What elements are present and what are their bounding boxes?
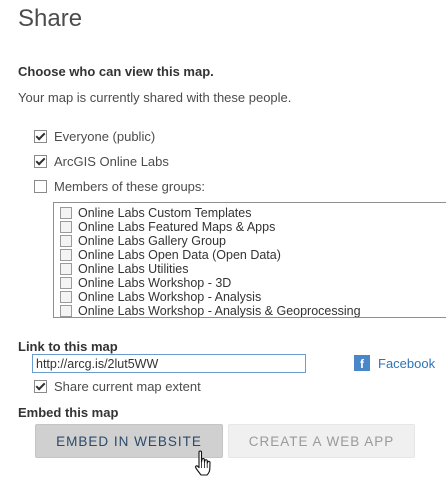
hand-cursor-icon <box>195 450 211 476</box>
group-item[interactable]: Online Labs Gallery Group <box>54 234 446 248</box>
groups-option[interactable]: Members of these groups: <box>34 179 205 194</box>
share-extent-option[interactable]: Share current map extent <box>34 379 201 394</box>
link-heading: Link to this map <box>18 339 118 354</box>
organization-option[interactable]: ArcGIS Online Labs <box>34 154 169 169</box>
group-item[interactable]: Online Labs Custom Templates <box>54 206 446 220</box>
facebook-icon: f <box>354 355 370 371</box>
group-item[interactable]: Online Labs Utilities <box>54 262 446 276</box>
facebook-link[interactable]: f Facebook <box>354 355 435 371</box>
organization-checkbox[interactable] <box>34 155 47 168</box>
share-extent-checkbox[interactable] <box>34 380 47 393</box>
everyone-checkbox[interactable] <box>34 130 47 143</box>
group-label: Online Labs Utilities <box>78 262 189 276</box>
group-checkbox[interactable] <box>60 221 72 233</box>
organization-label: ArcGIS Online Labs <box>54 154 169 169</box>
group-item[interactable]: Online Labs Featured Maps & Apps <box>54 220 446 234</box>
group-label: Online Labs Featured Maps & Apps <box>78 220 276 234</box>
facebook-label: Facebook <box>378 355 436 371</box>
embed-heading: Embed this map <box>18 405 119 420</box>
choose-heading: Choose who can view this map. <box>18 64 214 79</box>
group-checkbox[interactable] <box>60 305 72 317</box>
group-checkbox[interactable] <box>60 277 72 289</box>
group-checkbox[interactable] <box>60 235 72 247</box>
groups-list[interactable]: Online Labs Custom Templates Online Labs… <box>53 202 446 318</box>
groups-checkbox[interactable] <box>34 180 47 193</box>
group-item[interactable]: Online Labs Workshop - Analysis <box>54 290 446 304</box>
group-label: Online Labs Workshop - Analysis & Geopro… <box>78 304 361 318</box>
group-checkbox[interactable] <box>60 207 72 219</box>
group-label: Online Labs Gallery Group <box>78 234 226 248</box>
everyone-label: Everyone (public) <box>54 129 156 144</box>
group-label: Online Labs Custom Templates <box>78 206 252 220</box>
link-input[interactable] <box>32 354 306 373</box>
everyone-option[interactable]: Everyone (public) <box>34 129 155 144</box>
group-item[interactable]: Online Labs Open Data (Open Data) <box>54 248 446 262</box>
groups-label: Members of these groups: <box>54 179 206 194</box>
group-label: Online Labs Open Data (Open Data) <box>78 248 281 262</box>
group-item[interactable]: Online Labs Workshop - Analysis & Geopro… <box>54 304 446 318</box>
shared-description: Your map is currently shared with these … <box>18 90 292 105</box>
group-label: Online Labs Workshop - Analysis <box>78 290 262 304</box>
dialog-title: Share <box>18 5 83 32</box>
group-item[interactable]: Online Labs Workshop - 3D <box>54 276 446 290</box>
group-checkbox[interactable] <box>60 291 72 303</box>
group-label: Online Labs Workshop - 3D <box>78 276 232 290</box>
group-checkbox[interactable] <box>60 263 72 275</box>
share-extent-label: Share current map extent <box>54 379 201 394</box>
create-web-app-button[interactable]: CREATE A WEB APP <box>228 424 415 458</box>
group-checkbox[interactable] <box>60 249 72 261</box>
